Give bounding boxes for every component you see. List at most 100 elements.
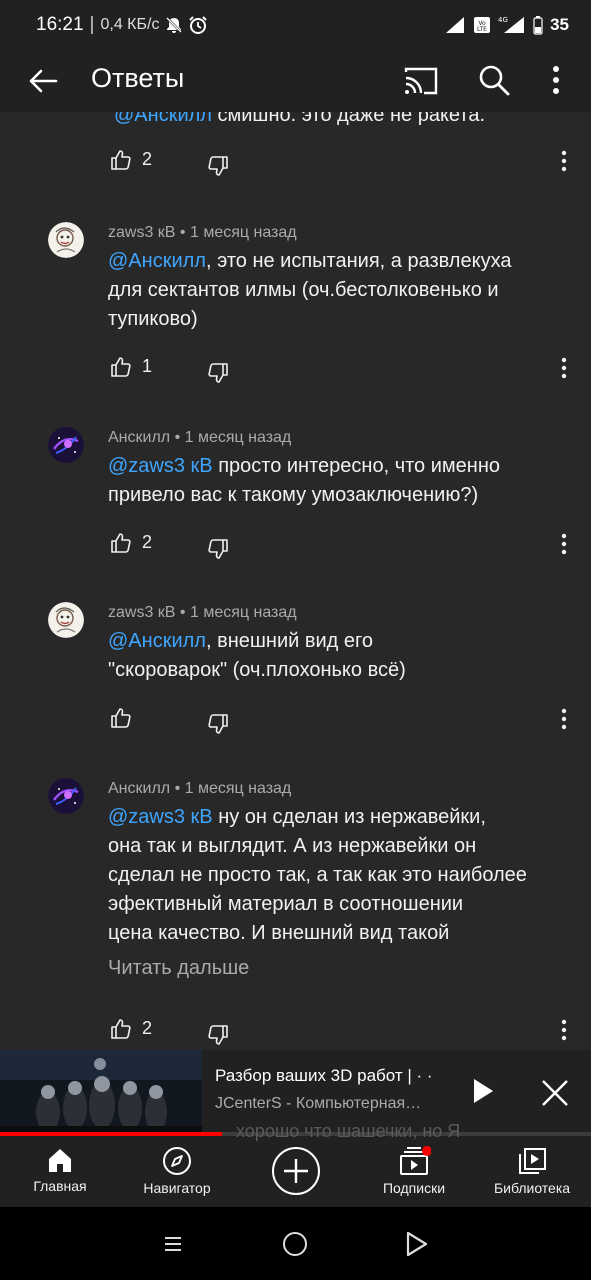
back-triangle-icon[interactable] [405,1230,429,1258]
like-count: 2 [142,532,153,552]
status-time: 16:21 [36,14,84,35]
comment-time: 1 месяц назад [189,604,297,621]
comment-time: 1 месяц назад [184,429,292,446]
nav-label: Навигатор [143,1180,211,1196]
comment-actions: 2 [0,532,591,562]
comment-more-icon[interactable] [555,1018,573,1042]
thumb-down-icon[interactable] [207,1024,229,1046]
thumb-down-icon[interactable] [207,713,229,735]
video-thumbnail-image [0,1050,202,1134]
avatar[interactable] [48,778,84,814]
alarm-icon [189,16,208,34]
comment-more-icon[interactable] [555,532,573,556]
comment-meta: Анскилл • 1 месяц назад [108,429,292,446]
thumb-down-icon[interactable] [207,538,229,560]
comment-author[interactable]: Анскилл [108,780,170,797]
nav-label: Подписки [382,1180,446,1196]
signal-4g-icon: 4G [498,16,525,33]
status-separator: | [89,14,95,35]
nav-item-subscriptions[interactable]: Подписки [372,1136,456,1207]
create-plus-icon [272,1147,320,1195]
avatar-galaxy-icon [48,427,84,463]
page-title: Ответы [91,63,185,93]
signal-icon [446,17,465,33]
recent-apps-icon[interactable] [163,1234,183,1254]
comment-text: @Анскилл, это не испытания, а развлекуха… [108,250,512,330]
avatar[interactable] [48,602,84,638]
comment-more-icon[interactable] [555,356,573,380]
cast-icon[interactable] [402,64,440,98]
mention-link[interactable]: @Анскилл [114,112,212,126]
like-count: 2 [142,149,153,169]
comment-text: @Анскилл, внешний вид его "скороварок" (… [108,630,406,681]
app-bar: Ответы [0,50,591,112]
system-navigation-bar [0,1207,591,1280]
nav-item-home[interactable]: Главная [20,1136,100,1207]
thumb-up-icon[interactable] [110,707,132,729]
back-arrow-icon[interactable] [26,64,60,98]
comment-actions: 2 [0,1018,591,1048]
mute-bell-icon [166,17,183,33]
thumb-down-icon[interactable] [207,362,229,384]
mention-link[interactable]: @zaws3 кВ [108,806,213,828]
subscriptions-icon [400,1146,431,1175]
compass-icon [163,1147,191,1175]
thumb-down-icon[interactable] [207,155,229,177]
comment-meta: zaws3 кВ • 1 месяц назад [108,604,297,621]
close-icon[interactable] [540,1078,570,1108]
comment-author[interactable]: zaws3 кВ [108,604,175,621]
mini-player-channel[interactable]: JCenterS - Компьютерная… [215,1095,421,1113]
comment-text: @zaws3 кВ просто интересно, что именно п… [108,455,500,506]
battery-level: 35 [550,15,569,34]
comment-time: 1 месяц назад [189,224,297,241]
comment-author[interactable]: zaws3 кВ [108,224,175,241]
comment-meta: Анскилл • 1 месяц назад [108,780,292,797]
battery-icon [533,16,543,35]
avatar-galaxy-icon [48,778,84,814]
avatar[interactable] [48,427,84,463]
thumb-up-icon[interactable] [110,149,132,171]
comment-actions: 2 [0,149,591,179]
thumb-up-icon[interactable] [110,356,132,378]
nav-label: Главная [33,1178,87,1194]
home-icon [49,1149,71,1172]
like-count: 1 [142,356,153,376]
replies-feed[interactable]: @Анскилл смишно. это даже не ракета. 2 z… [0,112,591,1050]
bottom-navigation: хорошо что шашечки, но Я Главная Навигат… [0,1121,591,1207]
avatar[interactable] [48,222,84,258]
comment-text: @zaws3 кВ ну он сделан из нержавейки, он… [108,806,527,944]
thumb-up-icon[interactable] [110,532,132,554]
comment-more-icon[interactable] [555,149,573,173]
comment-actions [0,707,591,737]
library-icon [519,1148,546,1174]
avatar-sketch-face-icon [48,222,84,258]
mention-link[interactable]: @Анскилл [108,250,206,272]
read-more-link[interactable]: Читать дальше [108,957,249,980]
avatar-sketch-face-icon [48,602,84,638]
status-bar: 16:21 | 0,4 КБ/с Vo LTE 4G 35 [0,0,591,50]
nav-item-explore[interactable]: Навигатор [132,1136,222,1207]
mention-link[interactable]: @Анскилл [108,630,206,652]
comment-more-icon[interactable] [555,707,573,731]
svg-text:LTE: LTE [477,26,487,33]
nav-item-library[interactable]: Библиотека [486,1136,578,1207]
more-vert-icon[interactable] [542,62,570,98]
nav-item-create[interactable] [268,1136,324,1207]
comment-time: 1 месяц назад [184,780,292,797]
like-count: 2 [142,1018,153,1038]
mention-link[interactable]: @zaws3 кВ [108,455,213,477]
status-speed: 0,4 КБ/с [100,16,160,33]
nav-label: Библиотека [493,1180,571,1196]
comment-meta: zaws3 кВ • 1 месяц назад [108,224,297,241]
home-circle-icon[interactable] [282,1231,308,1257]
video-thumbnail[interactable] [0,1050,202,1134]
svg-text:4G: 4G [498,16,508,24]
volte-icon: VoLTE [474,17,491,33]
mini-player-title[interactable]: Разбор ваших 3D работ | · · [215,1066,433,1086]
comment-author[interactable]: Анскилл [108,429,170,446]
thumb-up-icon[interactable] [110,1018,132,1040]
search-icon[interactable] [476,62,512,98]
play-icon[interactable] [470,1076,496,1106]
comment-actions: 1 [0,356,591,386]
comment-text: @Анскилл смишно. это даже не ракета. [114,112,485,127]
